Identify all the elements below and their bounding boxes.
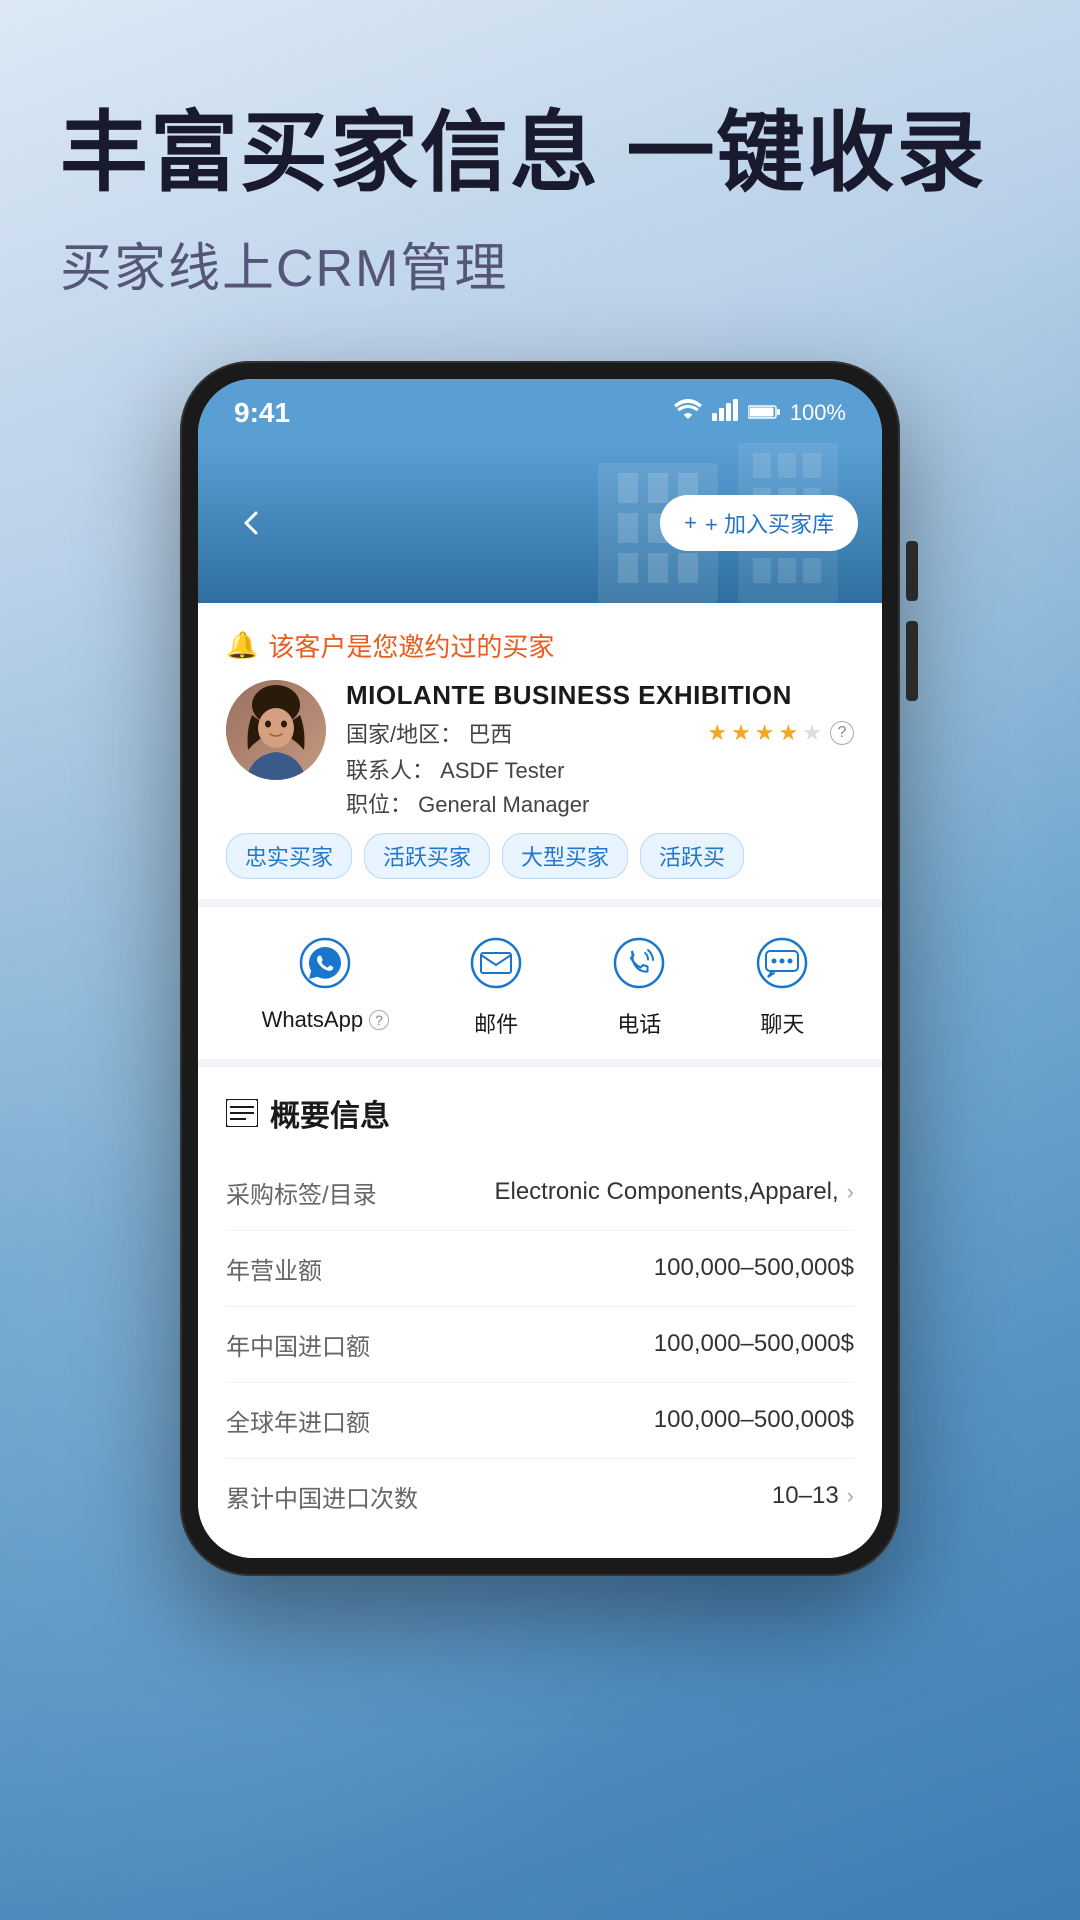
status-time: 9:41 [234,397,290,429]
whatsapp-icon-circle [289,927,361,999]
main-title: 丰富买家信息 一键收录 [60,100,1020,206]
purchase-value[interactable]: Electronic Components,Apparel, › [494,1178,854,1206]
avatar [226,680,326,780]
star-rating: ★ ★ ★ ★ ★ ? [707,720,854,746]
add-buyer-button[interactable]: + + 加入买家库 [660,495,858,551]
phone-side-button-1 [906,541,918,601]
notice-text: 该客户是您邀约过的买家 [268,627,554,664]
global-import-text: 100,000–500,000$ [654,1406,854,1434]
chat-icon-circle [746,927,818,999]
phone-label: 电话 [617,1007,661,1039]
page-content: 丰富买家信息 一键收录 买家线上CRM管理 9:41 [0,0,1080,1576]
buyer-country-row: 国家/地区： 巴西 ★ ★ ★ ★ ★ ? [346,717,854,749]
purchase-chevron: › [847,1179,854,1205]
position-value: General Manager [418,792,589,817]
tag-large[interactable]: 大型买家 [502,833,628,879]
email-icon-circle [460,927,532,999]
whatsapp-label: WhatsApp ? [262,1007,390,1033]
buyer-contact: 联系人： ASDF Tester [346,753,854,785]
country-value: 巴西 [468,722,512,747]
phone-screen: 9:41 [198,379,882,1558]
whatsapp-help-icon[interactable]: ? [369,1010,389,1030]
rating-help-icon[interactable]: ? [830,721,854,745]
overview-section: 概要信息 采购标签/目录 Electronic Components,Appar… [198,1067,882,1558]
email-label: 邮件 [474,1007,518,1039]
china-import-text: 100,000–500,000$ [654,1330,854,1358]
purchase-value-text: Electronic Components,Apparel, [494,1178,838,1206]
cumulative-label: 累计中国进口次数 [226,1479,418,1514]
star-1: ★ [707,720,727,746]
overview-title: 概要信息 [226,1091,854,1135]
tag-active[interactable]: 活跃买家 [364,833,490,879]
phone-mockup: 9:41 [180,361,900,1576]
battery-icon [748,400,780,426]
sub-title: 买家线上CRM管理 [60,226,1020,301]
buyer-country: 国家/地区： 巴西 [346,717,512,749]
star-2: ★ [731,720,751,746]
purchase-label: 采购标签/目录 [226,1175,377,1210]
overview-title-text: 概要信息 [270,1091,390,1135]
tags-row: 忠实买家 活跃买家 大型买家 活跃买 [226,833,854,879]
notice-icon: 🔔 [226,630,258,661]
cumulative-value-text: 10–13 [772,1482,839,1510]
star-4: ★ [779,720,799,746]
add-buyer-label: + 加入买家库 [705,507,834,539]
action-chat[interactable]: 聊天 [746,927,818,1039]
revenue-label: 年营业额 [226,1251,322,1286]
action-whatsapp[interactable]: WhatsApp ? [262,927,390,1039]
back-button[interactable] [222,493,282,553]
overview-icon [226,1099,258,1127]
action-phone[interactable]: 电话 [603,927,675,1039]
cumulative-chevron: › [847,1483,854,1509]
battery-percentage: 100% [790,400,846,426]
signal-icon [712,399,738,427]
info-row-purchase: 采购标签/目录 Electronic Components,Apparel, › [226,1155,854,1231]
add-icon: + [684,510,697,536]
info-row-china-import: 年中国进口额 100,000–500,000$ [226,1307,854,1383]
global-import-label: 全球年进口额 [226,1403,370,1438]
phone-side-button-2 [906,621,918,701]
buyer-card: 🔔 该客户是您邀约过的买家 [198,603,882,907]
revenue-value: 100,000–500,000$ [654,1254,854,1282]
tag-loyal[interactable]: 忠实买家 [226,833,352,879]
china-import-label: 年中国进口额 [226,1327,370,1362]
buyer-notice: 🔔 该客户是您邀约过的买家 [226,627,854,664]
status-icons: 100% [674,399,846,427]
buyer-position: 职位： General Manager [346,787,854,819]
phone-text: 电话 [617,1007,661,1039]
revenue-value-text: 100,000–500,000$ [654,1254,854,1282]
phone-icon-circle [603,927,675,999]
phone-frame: 9:41 [180,361,900,1576]
star-3: ★ [755,720,775,746]
buyer-details: MIOLANTE BUSINESS EXHIBITION 国家/地区： 巴西 ★… [346,680,854,819]
china-import-value: 100,000–500,000$ [654,1330,854,1358]
header-section: 丰富买家信息 一键收录 买家线上CRM管理 [0,100,1080,301]
contact-value: ASDF Tester [440,758,564,783]
buyer-info-row: MIOLANTE BUSINESS EXHIBITION 国家/地区： 巴西 ★… [226,680,854,819]
cumulative-value[interactable]: 10–13 › [772,1482,854,1510]
app-header: + + 加入买家库 [198,443,882,603]
position-label: 职位： [346,792,412,817]
country-label: 国家/地区： [346,722,462,747]
tag-active2[interactable]: 活跃买 [640,833,744,879]
chat-label: 聊天 [760,1007,804,1039]
email-text: 邮件 [474,1007,518,1039]
contact-label: 联系人： [346,758,434,783]
action-section: WhatsApp ? [198,907,882,1067]
action-email[interactable]: 邮件 [460,927,532,1039]
status-bar: 9:41 [198,379,882,443]
whatsapp-text: WhatsApp [262,1007,364,1033]
star-5: ★ [802,720,822,746]
info-row-cumulative: 累计中国进口次数 10–13 › [226,1459,854,1534]
info-row-global-import: 全球年进口额 100,000–500,000$ [226,1383,854,1459]
chat-text: 聊天 [760,1007,804,1039]
wifi-icon [674,399,702,427]
buyer-name: MIOLANTE BUSINESS EXHIBITION [346,680,854,711]
global-import-value: 100,000–500,000$ [654,1406,854,1434]
info-row-revenue: 年营业额 100,000–500,000$ [226,1231,854,1307]
